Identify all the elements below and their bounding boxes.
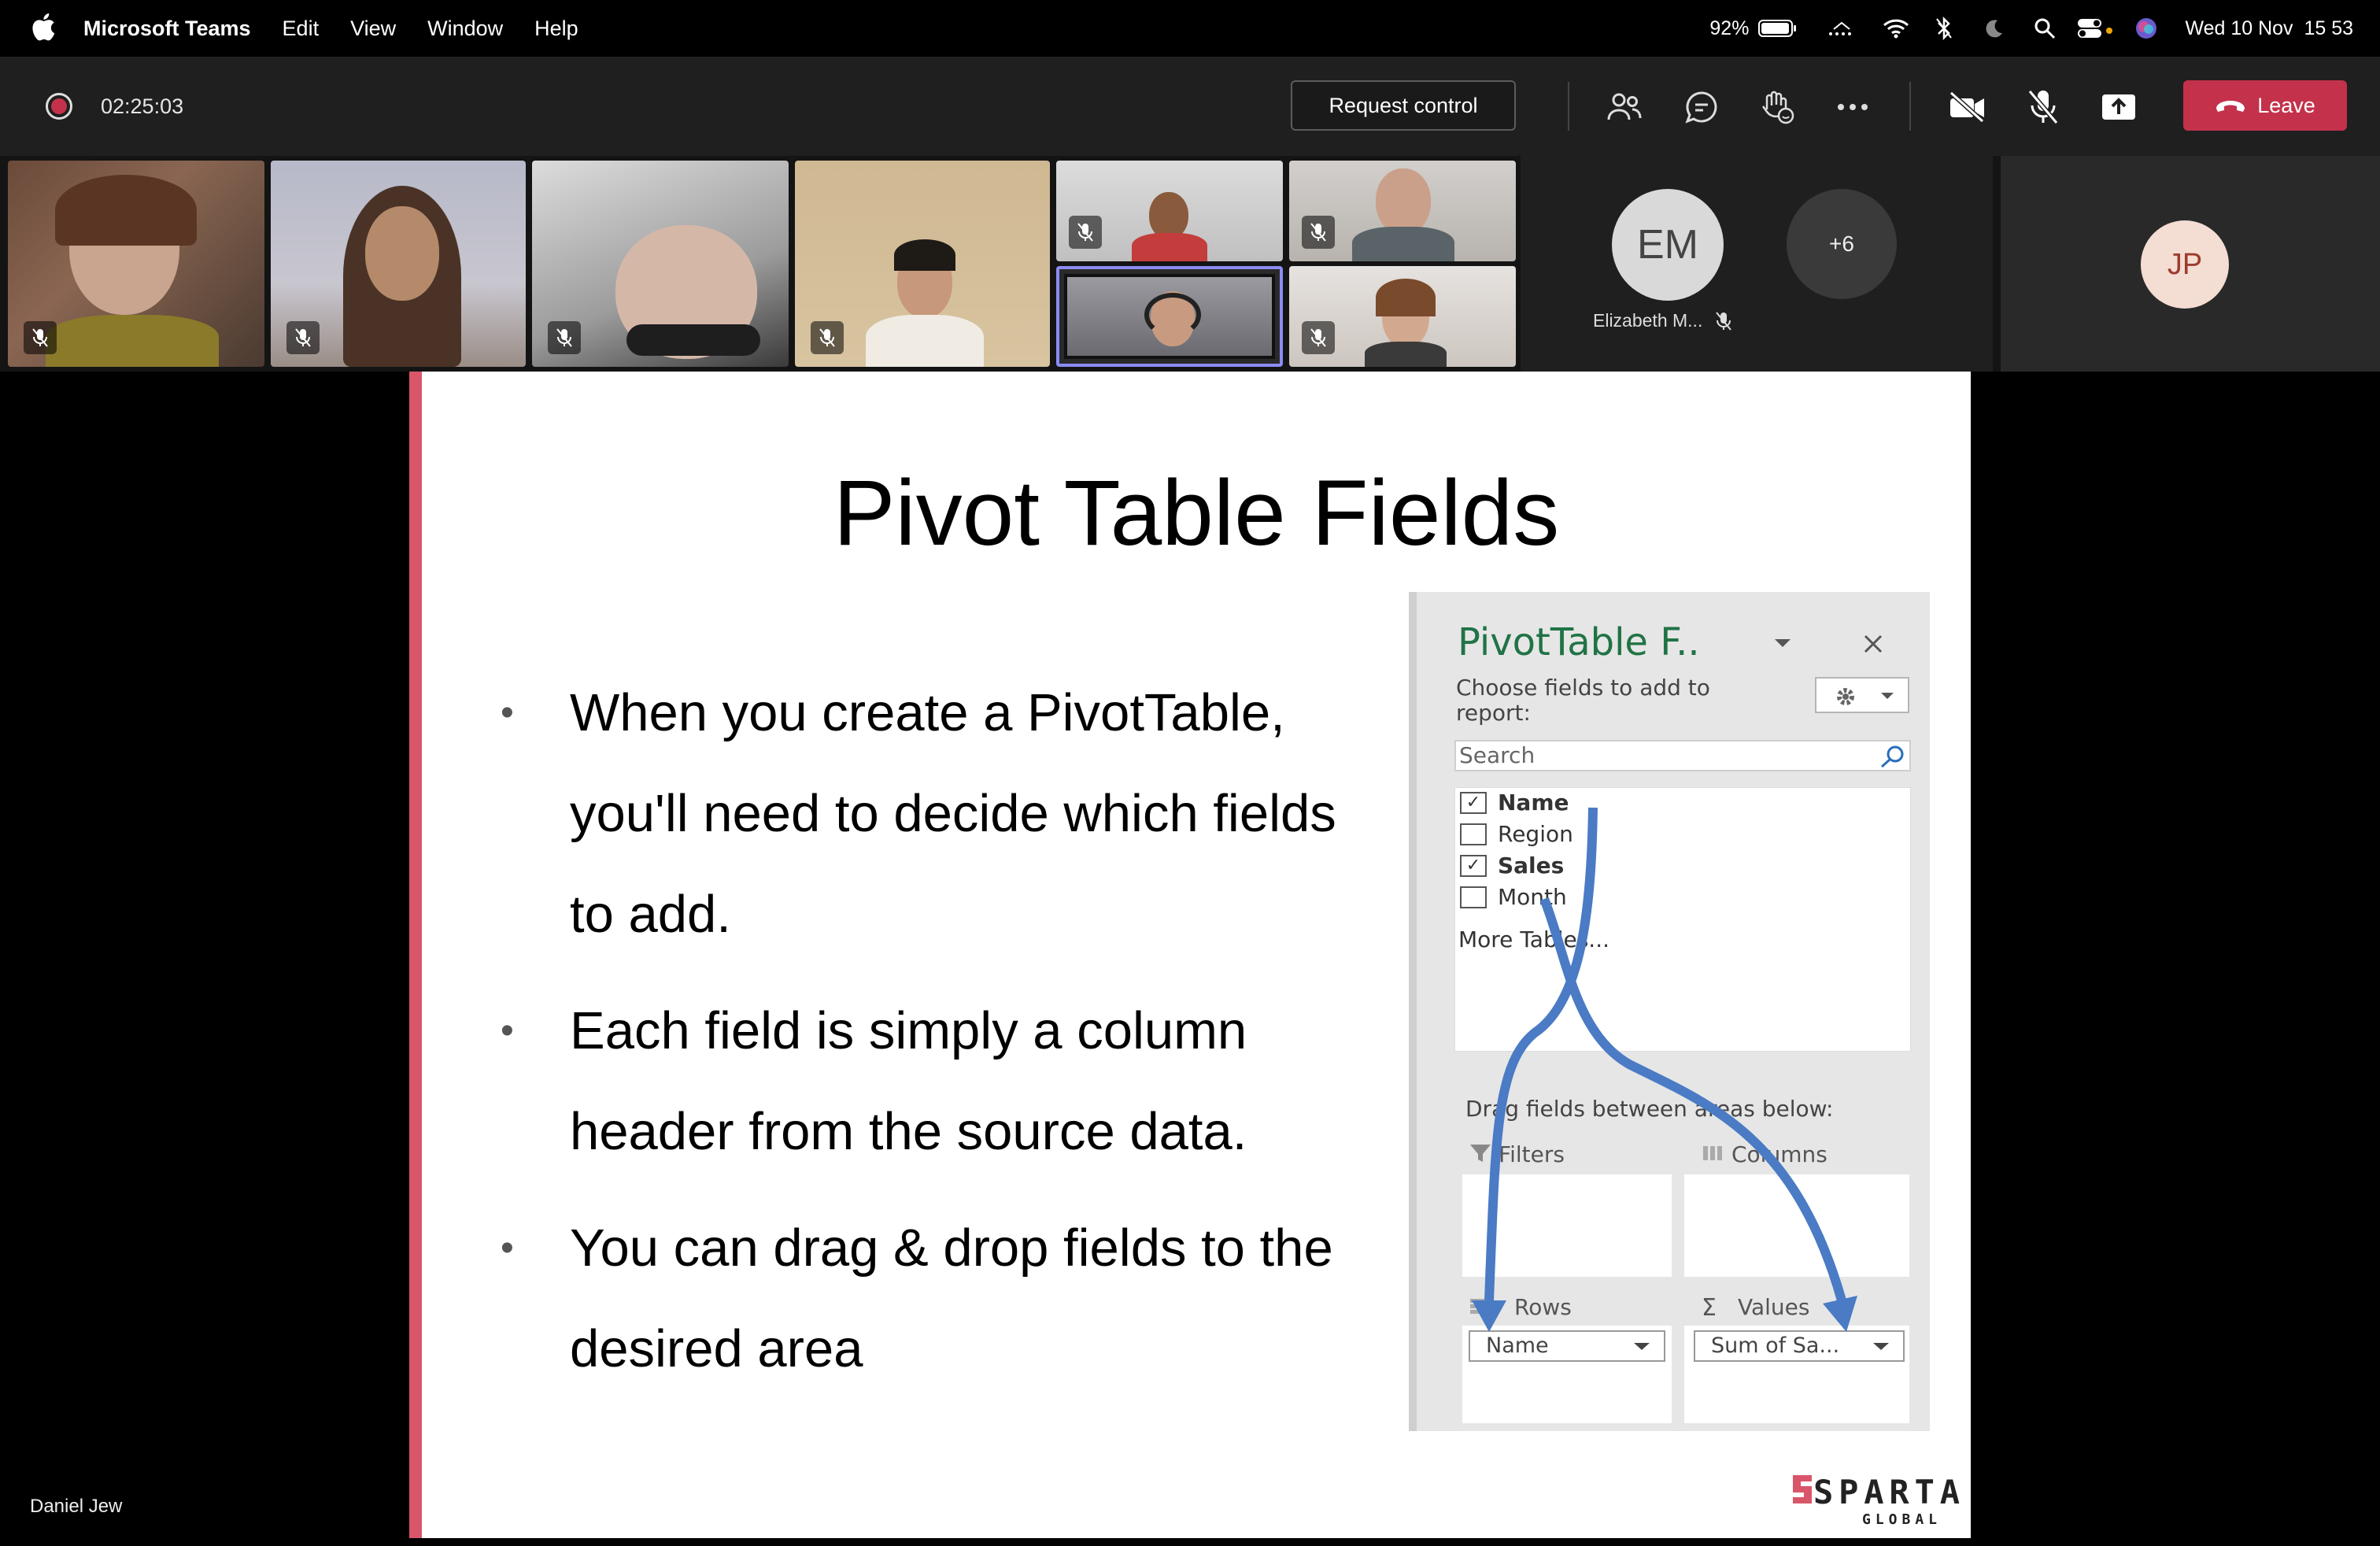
participant-name-label: Elizabeth M...: [1593, 310, 1703, 331]
control-center-icon[interactable]: [2076, 17, 2114, 39]
chat-icon[interactable]: [1680, 85, 1724, 129]
arrow-head: [1472, 1300, 1506, 1332]
self-avatar[interactable]: JP: [2141, 220, 2229, 309]
participant-strip: EM Elizabeth M... +6 JP: [0, 156, 2380, 372]
logo-subtext: GLOBAL: [1862, 1511, 1942, 1528]
menu-help[interactable]: Help: [534, 17, 578, 41]
camera-off-icon[interactable]: [1946, 85, 1990, 129]
siri-icon[interactable]: [2134, 17, 2158, 40]
avatar[interactable]: EM: [1612, 189, 1724, 301]
participant-video: [894, 239, 955, 271]
wifi-icon[interactable]: [1883, 18, 1909, 39]
mic-muted-icon: [1069, 216, 1102, 249]
microphone-off-icon[interactable]: [2021, 85, 2065, 129]
divider: [1568, 82, 1569, 131]
video-tile[interactable]: [271, 161, 526, 367]
participant-video: [1132, 233, 1207, 261]
participant-name: Elizabeth M...: [1593, 310, 1732, 331]
divider: [1909, 82, 1911, 131]
sparta-global-logo: SPARTA GLOBAL: [1793, 1473, 1960, 1528]
menu-bar: Microsoft Teams Edit View Window Help 92…: [0, 0, 2380, 57]
logo-s-mark: [1793, 1475, 1812, 1503]
video-tile[interactable]: [8, 161, 264, 367]
more-options-icon[interactable]: [1831, 85, 1875, 129]
activity-icon[interactable]: [1826, 18, 1857, 39]
bluetooth-icon[interactable]: [1935, 17, 1953, 40]
meeting-control-bar: 02:25:03 Request control Leave: [0, 57, 2380, 156]
presentation-slide: Pivot Table Fields When you create a Piv…: [409, 372, 1971, 1538]
mic-muted-icon: [1302, 321, 1335, 354]
mic-muted-icon: [286, 321, 320, 354]
apple-icon[interactable]: [28, 11, 57, 43]
focus-moon-icon[interactable]: [1983, 18, 2004, 39]
audio-participants-area: [1521, 156, 1993, 372]
slide-title: Pivot Table Fields: [833, 461, 1560, 565]
more-participants-button[interactable]: +6: [1787, 189, 1897, 299]
participant-video: [1149, 192, 1188, 239]
participant-video: [626, 324, 760, 356]
arrow-name-to-rows: [1484, 807, 1598, 1301]
video-tile[interactable]: [1289, 266, 1516, 367]
participant-video: [1352, 227, 1454, 261]
leave-label: Leave: [2257, 93, 2315, 117]
request-control-button[interactable]: Request control: [1291, 80, 1516, 131]
app-menu[interactable]: Microsoft Teams: [83, 17, 251, 41]
mic-muted-icon: [811, 321, 844, 354]
menu-window[interactable]: Window: [427, 17, 503, 41]
arrow-sales-to-values: [1539, 897, 1846, 1302]
drag-arrows: [1472, 807, 1857, 1332]
video-tile[interactable]: [1289, 161, 1516, 261]
menu-edit[interactable]: Edit: [283, 17, 320, 41]
arrow-head: [1823, 1296, 1857, 1332]
mic-muted-icon: [1716, 311, 1732, 331]
meeting-timer: 02:25:03: [101, 94, 184, 118]
battery-percent: 92%: [1709, 17, 1750, 39]
spotlight-search-icon[interactable]: [2034, 17, 2056, 39]
participant-video: [46, 315, 219, 367]
people-icon[interactable]: [1602, 85, 1646, 129]
clock[interactable]: Wed 10 Nov 15 53: [2185, 17, 2353, 40]
pivottable-fields-pane: PivotTable F.. Choose fields to add to r…: [1409, 592, 1930, 1431]
presenter-name: Daniel Jew: [30, 1496, 123, 1517]
participant-video: [1376, 279, 1436, 316]
bullet-list: When you create a PivotTable, you'll nee…: [501, 663, 1366, 1400]
mic-muted-icon: [548, 321, 581, 354]
leave-button[interactable]: Leave: [2183, 80, 2347, 131]
bullet-item: You can drag & drop fields to the desire…: [501, 1198, 1366, 1400]
video-tile[interactable]: [1056, 161, 1283, 261]
participant-video: [1365, 342, 1447, 367]
video-tile[interactable]: [795, 161, 1050, 367]
recording-icon: [46, 93, 72, 120]
logo-text: SPARTA: [1813, 1473, 1960, 1511]
participant-video: [1376, 168, 1431, 235]
reactions-icon[interactable]: [1755, 85, 1799, 129]
participant-video: [55, 175, 197, 246]
mic-muted-icon: [24, 321, 57, 354]
battery-icon[interactable]: [1758, 18, 1798, 39]
participant-video: [866, 315, 984, 367]
hang-up-icon: [2216, 101, 2245, 112]
participant-video: [365, 206, 439, 301]
share-screen-icon[interactable]: [2097, 85, 2141, 129]
mic-muted-icon: [1302, 216, 1335, 249]
bullet-item: When you create a PivotTable, you'll nee…: [501, 663, 1366, 965]
participant-video: [1144, 293, 1201, 337]
video-tile[interactable]: [532, 161, 789, 367]
video-tile-active-speaker[interactable]: [1056, 266, 1283, 367]
bullet-item: Each field is simply a column header fro…: [501, 981, 1366, 1182]
menu-view[interactable]: View: [350, 17, 396, 41]
